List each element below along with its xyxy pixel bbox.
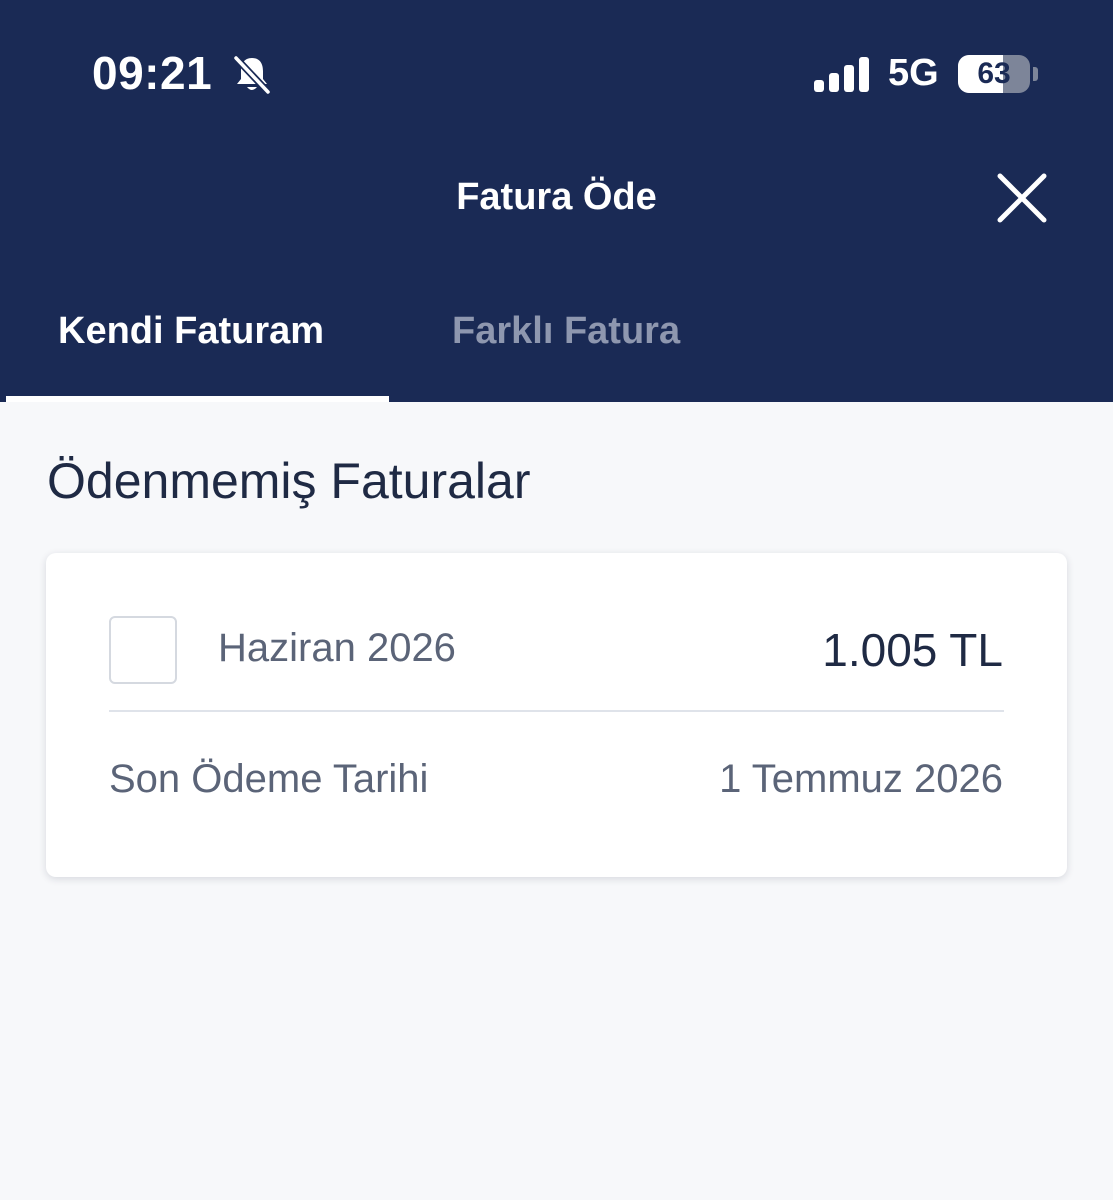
tab-kendi-faturam[interactable]: Kendi Faturam — [58, 310, 324, 353]
bill-amount: 1.005 TL — [822, 624, 1003, 676]
app-header: 09:21 5G 63 Fatura Öde Kendi Faturam Far… — [0, 0, 1113, 402]
battery-cap — [1033, 67, 1038, 81]
bell-slash-icon — [232, 54, 272, 96]
card-divider — [109, 710, 1004, 712]
network-type: 5G — [888, 52, 939, 94]
page-title: Fatura Öde — [456, 176, 657, 218]
active-tab-indicator — [6, 396, 389, 402]
bill-card: Haziran 2026 1.005 TL Son Ödeme Tarihi 1… — [46, 553, 1067, 877]
bill-checkbox[interactable] — [109, 616, 177, 684]
section-title: Ödenmemiş Faturalar — [47, 453, 531, 509]
cellular-signal-icon — [814, 57, 869, 92]
bill-period: Haziran 2026 — [218, 626, 456, 670]
tab-farkli-fatura[interactable]: Farklı Fatura — [452, 310, 680, 353]
battery-percentage: 63 — [977, 57, 1011, 90]
due-date-label: Son Ödeme Tarihi — [109, 757, 429, 801]
status-time: 09:21 — [92, 47, 213, 99]
due-date-value: 1 Temmuz 2026 — [719, 757, 1003, 801]
battery-icon: 63 — [958, 55, 1030, 93]
close-icon[interactable] — [994, 170, 1050, 226]
